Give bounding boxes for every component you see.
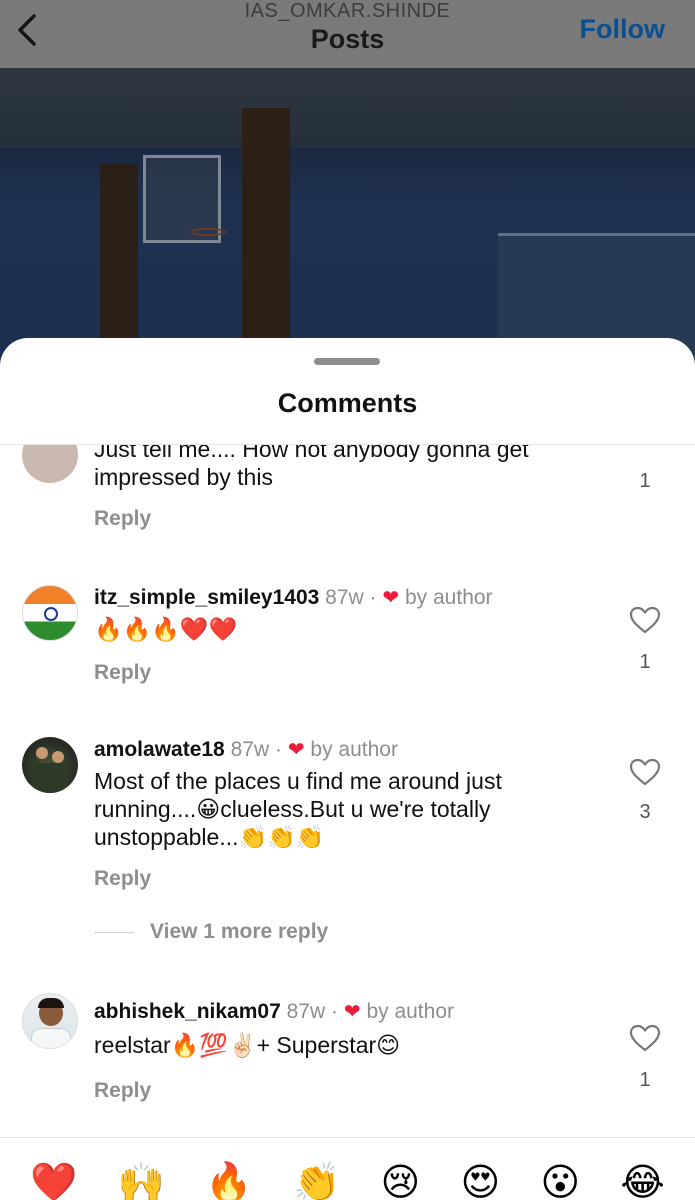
comment-text: Just tell me.... How not anybody gonna g… bbox=[94, 445, 529, 490]
avatar-figure-icon bbox=[52, 751, 64, 763]
sheet-title: Comments bbox=[277, 388, 418, 418]
comment-item: abhishek_nikam07 87w · ❤ by author reels… bbox=[0, 993, 695, 1123]
comment-text: 🔥🔥🔥❤️❤️ bbox=[94, 616, 238, 642]
avatar[interactable] bbox=[22, 737, 78, 793]
comment-meta: abhishek_nikam07 87w · ❤ by author bbox=[94, 999, 454, 1025]
follow-button[interactable]: Follow bbox=[580, 12, 665, 46]
reply-button[interactable]: Reply bbox=[94, 507, 151, 531]
avatar-figure-icon bbox=[36, 747, 48, 759]
red-heart-emoji-button[interactable]: ❤️ bbox=[30, 1158, 77, 1200]
liked-by-author-label: by author bbox=[310, 738, 398, 761]
comment-text: Most of the places u find me around just… bbox=[94, 768, 502, 850]
raising-hands-emoji-button[interactable]: 🙌 bbox=[118, 1158, 165, 1200]
comment-text: reelstar🔥💯✌🏻+ Superstar😊 bbox=[94, 1032, 401, 1058]
avatar-hair-icon bbox=[38, 998, 64, 1008]
comment-username[interactable]: amolawate18 bbox=[94, 738, 225, 761]
comment-username[interactable]: itz_simple_smiley1403 bbox=[94, 586, 319, 609]
comment-meta: amolawate18 87w · ❤ by author bbox=[94, 737, 398, 763]
comments-list[interactable]: Just tell me.... How not anybody gonna g… bbox=[0, 445, 695, 1137]
comment-item: Just tell me.... How not anybody gonna g… bbox=[0, 445, 695, 545]
heart-icon: ❤ bbox=[343, 1001, 361, 1023]
comment-meta: itz_simple_smiley1403 87w · ❤ by author bbox=[94, 585, 493, 611]
avatar-uniform-icon bbox=[32, 763, 68, 793]
comment-time: 87w bbox=[230, 738, 270, 761]
crying-face-emoji-button[interactable]: 😢 bbox=[381, 1158, 421, 1200]
comment-item: itz_simple_smiley1403 87w · ❤ by author … bbox=[0, 581, 695, 701]
meta-separator: · bbox=[369, 586, 377, 609]
chakra-icon bbox=[44, 607, 58, 621]
divider bbox=[94, 931, 134, 933]
divider bbox=[0, 1137, 695, 1138]
heart-outline-icon[interactable] bbox=[628, 757, 662, 787]
heart-outline-icon[interactable] bbox=[628, 605, 662, 635]
comments-sheet: Comments Just tell me.... How not anybod… bbox=[0, 338, 695, 1200]
like-count: 1 bbox=[639, 651, 651, 673]
avatar[interactable] bbox=[22, 993, 78, 1049]
heart-icon: ❤ bbox=[287, 739, 305, 761]
reply-button[interactable]: Reply bbox=[94, 661, 151, 685]
clapping-hands-emoji-button[interactable]: 👏 bbox=[293, 1158, 340, 1200]
avatar[interactable] bbox=[22, 445, 78, 483]
tears-of-joy-emoji-button[interactable]: 😂 bbox=[620, 1158, 664, 1200]
photo-pillar bbox=[242, 108, 290, 368]
avatar-shirt-icon bbox=[31, 1028, 71, 1048]
view-more-replies-button[interactable]: View 1 more reply bbox=[94, 920, 328, 944]
like-count: 1 bbox=[639, 470, 651, 492]
like-count: 1 bbox=[639, 1069, 651, 1091]
heart-outline-icon[interactable] bbox=[628, 1023, 662, 1053]
fire-emoji-button[interactable]: 🔥 bbox=[205, 1158, 252, 1200]
avatar[interactable] bbox=[22, 585, 78, 641]
top-header: IAS_OMKAR.SHINDE Posts Follow bbox=[0, 0, 695, 68]
liked-by-author-label: by author bbox=[366, 1000, 454, 1023]
surprised-face-emoji-button[interactable]: 😮 bbox=[540, 1158, 580, 1200]
reply-button[interactable]: Reply bbox=[94, 867, 151, 891]
comment-item: amolawate18 87w · ❤ by author Most of th… bbox=[0, 733, 695, 953]
quick-reaction-bar: ❤️ 🙌 🔥 👏 😢 😍 😮 😂 bbox=[0, 1158, 695, 1200]
collapse-chevron-icon[interactable] bbox=[628, 445, 662, 447]
meta-separator: · bbox=[330, 1000, 338, 1023]
like-count: 3 bbox=[639, 801, 651, 823]
heart-eyes-emoji-button[interactable]: 😍 bbox=[461, 1158, 501, 1200]
post-image bbox=[0, 68, 695, 368]
reply-button[interactable]: Reply bbox=[94, 1079, 151, 1103]
sheet-grabber-handle[interactable] bbox=[314, 358, 380, 365]
photo-ceiling bbox=[0, 68, 695, 148]
meta-separator: · bbox=[274, 738, 282, 761]
comment-time: 87w bbox=[286, 1000, 326, 1023]
comment-username[interactable]: abhishek_nikam07 bbox=[94, 1000, 281, 1023]
view-more-replies-label: View 1 more reply bbox=[150, 920, 329, 943]
liked-by-author-label: by author bbox=[404, 586, 493, 609]
comment-time: 87w bbox=[325, 586, 364, 609]
photo-hoop bbox=[190, 228, 226, 236]
heart-icon: ❤ bbox=[382, 587, 400, 609]
